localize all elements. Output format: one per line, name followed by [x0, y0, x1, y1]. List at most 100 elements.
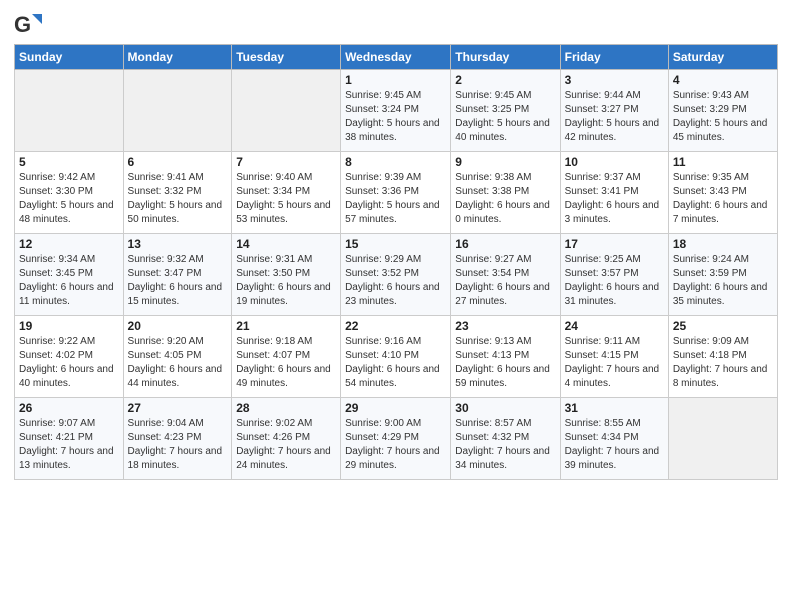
day-info: Sunrise: 9:16 AM Sunset: 4:10 PM Dayligh… [345, 335, 446, 391]
day-cell: 6 Sunrise: 9:41 AM Sunset: 3:32 PM Daylig… [123, 152, 232, 234]
day-info: Sunrise: 9:42 AM Sunset: 3:30 PM Dayligh… [19, 171, 119, 227]
day-cell [123, 70, 232, 152]
day-number: 19 [19, 319, 119, 333]
day-info: Sunrise: 9:11 AM Sunset: 4:15 PM Dayligh… [565, 335, 664, 391]
day-cell: 20 Sunrise: 9:20 AM Sunset: 4:05 PM Dayli… [123, 316, 232, 398]
day-cell: 4 Sunrise: 9:43 AM Sunset: 3:29 PM Daylig… [668, 70, 777, 152]
day-number: 28 [236, 401, 336, 415]
day-cell: 5Sunrise: 9:42 AM Sunset: 3:30 PM Daylig… [15, 152, 124, 234]
day-info: Sunrise: 9:38 AM Sunset: 3:38 PM Dayligh… [455, 171, 555, 227]
day-cell: 8 Sunrise: 9:39 AM Sunset: 3:36 PM Daylig… [341, 152, 451, 234]
day-cell: 2Sunrise: 9:45 AM Sunset: 3:25 PM Daylig… [451, 70, 560, 152]
day-cell: 1 Sunrise: 9:45 AM Sunset: 3:24 PM Daylig… [341, 70, 451, 152]
day-number: 7 [236, 155, 336, 169]
day-info: Sunrise: 9:27 AM Sunset: 3:54 PM Dayligh… [455, 253, 555, 309]
day-cell: 24 Sunrise: 9:11 AM Sunset: 4:15 PM Dayli… [560, 316, 668, 398]
day-number: 16 [455, 237, 555, 251]
day-number: 1 [345, 73, 446, 87]
weekday-thursday: Thursday [451, 45, 560, 70]
svg-text:G: G [14, 12, 31, 37]
day-cell: 27 Sunrise: 9:04 AM Sunset: 4:23 PM Dayli… [123, 398, 232, 480]
day-info: Sunrise: 9:39 AM Sunset: 3:36 PM Dayligh… [345, 171, 446, 227]
day-cell: 29Sunrise: 9:00 AM Sunset: 4:29 PM Dayli… [341, 398, 451, 480]
day-cell: 21 Sunrise: 9:18 AM Sunset: 4:07 PM Dayli… [232, 316, 341, 398]
day-number: 15 [345, 237, 446, 251]
day-cell [15, 70, 124, 152]
day-number: 2 [455, 73, 555, 87]
day-info: Sunrise: 9:24 AM Sunset: 3:59 PM Dayligh… [673, 253, 773, 309]
day-info: Sunrise: 9:40 AM Sunset: 3:34 PM Dayligh… [236, 171, 336, 227]
day-cell: 28 Sunrise: 9:02 AM Sunset: 4:26 PM Dayli… [232, 398, 341, 480]
day-cell: 30 Sunrise: 8:57 AM Sunset: 4:32 PM Dayli… [451, 398, 560, 480]
day-info: Sunrise: 9:02 AM Sunset: 4:26 PM Dayligh… [236, 417, 336, 473]
weekday-saturday: Saturday [668, 45, 777, 70]
logo-icon: G [14, 10, 42, 38]
weekday-header-row: SundayMondayTuesdayWednesdayThursdayFrid… [15, 45, 778, 70]
day-cell: 26 Sunrise: 9:07 AM Sunset: 4:21 PM Dayli… [15, 398, 124, 480]
day-number: 31 [565, 401, 664, 415]
day-info: Sunrise: 9:07 AM Sunset: 4:21 PM Dayligh… [19, 417, 119, 473]
day-number: 3 [565, 73, 664, 87]
day-number: 24 [565, 319, 664, 333]
day-number: 10 [565, 155, 664, 169]
day-number: 6 [128, 155, 228, 169]
weekday-monday: Monday [123, 45, 232, 70]
week-row-1: 1 Sunrise: 9:45 AM Sunset: 3:24 PM Daylig… [15, 70, 778, 152]
day-info: Sunrise: 9:31 AM Sunset: 3:50 PM Dayligh… [236, 253, 336, 309]
day-number: 27 [128, 401, 228, 415]
page: G SundayMondayTuesdayWednesdayThursdayFr… [0, 0, 792, 612]
day-cell: 25Sunrise: 9:09 AM Sunset: 4:18 PM Dayli… [668, 316, 777, 398]
day-number: 18 [673, 237, 773, 251]
day-info: Sunrise: 9:18 AM Sunset: 4:07 PM Dayligh… [236, 335, 336, 391]
day-cell: 10 Sunrise: 9:37 AM Sunset: 3:41 PM Dayli… [560, 152, 668, 234]
day-cell: 18 Sunrise: 9:24 AM Sunset: 3:59 PM Dayli… [668, 234, 777, 316]
weekday-sunday: Sunday [15, 45, 124, 70]
week-row-2: 5Sunrise: 9:42 AM Sunset: 3:30 PM Daylig… [15, 152, 778, 234]
day-cell: 3 Sunrise: 9:44 AM Sunset: 3:27 PM Daylig… [560, 70, 668, 152]
day-number: 13 [128, 237, 228, 251]
day-number: 4 [673, 73, 773, 87]
weekday-tuesday: Tuesday [232, 45, 341, 70]
week-row-5: 26 Sunrise: 9:07 AM Sunset: 4:21 PM Dayli… [15, 398, 778, 480]
day-info: Sunrise: 9:25 AM Sunset: 3:57 PM Dayligh… [565, 253, 664, 309]
day-cell: 7 Sunrise: 9:40 AM Sunset: 3:34 PM Daylig… [232, 152, 341, 234]
day-number: 8 [345, 155, 446, 169]
logo: G [14, 10, 44, 38]
day-cell: 9 Sunrise: 9:38 AM Sunset: 3:38 PM Daylig… [451, 152, 560, 234]
day-number: 21 [236, 319, 336, 333]
day-number: 14 [236, 237, 336, 251]
day-number: 30 [455, 401, 555, 415]
day-cell: 11 Sunrise: 9:35 AM Sunset: 3:43 PM Dayli… [668, 152, 777, 234]
day-info: Sunrise: 9:37 AM Sunset: 3:41 PM Dayligh… [565, 171, 664, 227]
day-number: 17 [565, 237, 664, 251]
day-cell [668, 398, 777, 480]
day-info: Sunrise: 9:45 AM Sunset: 3:24 PM Dayligh… [345, 89, 446, 145]
day-cell [232, 70, 341, 152]
day-cell: 23Sunrise: 9:13 AM Sunset: 4:13 PM Dayli… [451, 316, 560, 398]
week-row-4: 19 Sunrise: 9:22 AM Sunset: 4:02 PM Dayli… [15, 316, 778, 398]
day-number: 9 [455, 155, 555, 169]
day-info: Sunrise: 9:13 AM Sunset: 4:13 PM Dayligh… [455, 335, 555, 391]
day-info: Sunrise: 8:57 AM Sunset: 4:32 PM Dayligh… [455, 417, 555, 473]
day-number: 11 [673, 155, 773, 169]
day-number: 22 [345, 319, 446, 333]
day-info: Sunrise: 9:44 AM Sunset: 3:27 PM Dayligh… [565, 89, 664, 145]
day-info: Sunrise: 9:35 AM Sunset: 3:43 PM Dayligh… [673, 171, 773, 227]
day-cell: 14 Sunrise: 9:31 AM Sunset: 3:50 PM Dayli… [232, 234, 341, 316]
day-info: Sunrise: 9:04 AM Sunset: 4:23 PM Dayligh… [128, 417, 228, 473]
day-info: Sunrise: 9:22 AM Sunset: 4:02 PM Dayligh… [19, 335, 119, 391]
day-number: 25 [673, 319, 773, 333]
day-cell: 12Sunrise: 9:34 AM Sunset: 3:45 PM Dayli… [15, 234, 124, 316]
day-number: 26 [19, 401, 119, 415]
day-cell: 15 Sunrise: 9:29 AM Sunset: 3:52 PM Dayli… [341, 234, 451, 316]
day-info: Sunrise: 9:00 AM Sunset: 4:29 PM Dayligh… [345, 417, 446, 473]
day-number: 20 [128, 319, 228, 333]
day-info: Sunrise: 9:41 AM Sunset: 3:32 PM Dayligh… [128, 171, 228, 227]
day-cell: 17 Sunrise: 9:25 AM Sunset: 3:57 PM Dayli… [560, 234, 668, 316]
day-info: Sunrise: 9:32 AM Sunset: 3:47 PM Dayligh… [128, 253, 228, 309]
day-info: Sunrise: 9:29 AM Sunset: 3:52 PM Dayligh… [345, 253, 446, 309]
day-number: 12 [19, 237, 119, 251]
day-info: Sunrise: 9:43 AM Sunset: 3:29 PM Dayligh… [673, 89, 773, 145]
day-info: Sunrise: 9:20 AM Sunset: 4:05 PM Dayligh… [128, 335, 228, 391]
day-cell: 13 Sunrise: 9:32 AM Sunset: 3:47 PM Dayli… [123, 234, 232, 316]
